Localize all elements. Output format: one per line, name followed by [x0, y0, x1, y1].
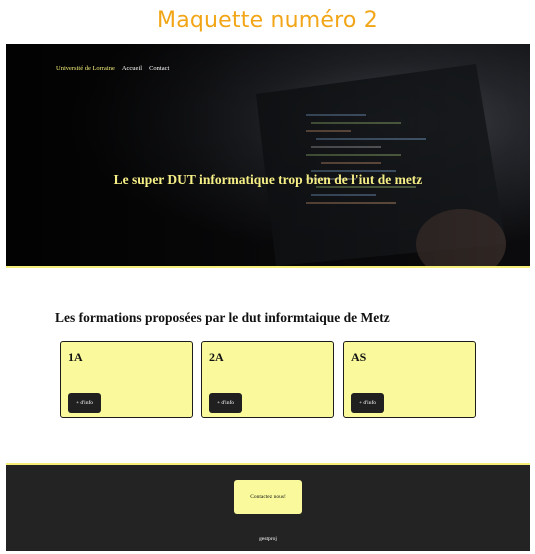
nav-link-contact[interactable]: Contact — [149, 65, 169, 72]
hero-banner: Université de Lorraine Accueil Contact L… — [6, 44, 530, 268]
more-info-button[interactable]: + d'info — [68, 393, 101, 413]
hero-title: Le super DUT informatique trop bien de l… — [113, 172, 423, 187]
footer: Contactez nous! gestproj — [6, 463, 530, 551]
card-title: 1A — [68, 350, 83, 364]
card-title: 2A — [209, 350, 224, 364]
contact-button[interactable]: Contactez nous! — [234, 480, 302, 514]
formation-card-as: AS + d'info — [343, 341, 476, 418]
top-nav: Université de Lorraine Accueil Contact — [56, 65, 169, 72]
hero-background-image — [6, 44, 530, 266]
card-title: AS — [351, 350, 367, 364]
more-info-button[interactable]: + d'info — [351, 393, 384, 413]
formation-card-1a: 1A + d'info — [60, 341, 193, 418]
nav-link-accueil[interactable]: Accueil — [122, 65, 142, 72]
formation-card-2a: 2A + d'info — [201, 341, 334, 418]
footer-text: gestproj — [259, 536, 277, 542]
mockup-title: Maquette numéro 2 — [157, 8, 378, 33]
more-info-button[interactable]: + d'info — [209, 393, 242, 413]
formations-section-title: Les formations proposées par le dut info… — [55, 310, 390, 325]
nav-brand-link[interactable]: Université de Lorraine — [56, 65, 115, 72]
